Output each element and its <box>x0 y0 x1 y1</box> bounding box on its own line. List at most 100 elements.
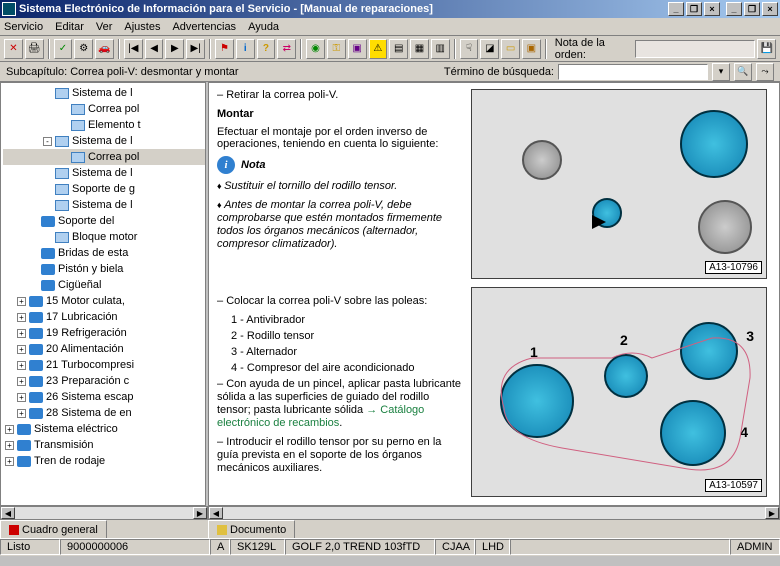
tree-item[interactable]: +21 Turbocompresi <box>3 357 205 373</box>
info-icon[interactable]: i <box>236 39 255 59</box>
next-icon[interactable]: ▶ <box>165 39 184 59</box>
child-close-button[interactable]: × <box>762 2 778 16</box>
document-panel[interactable]: Retirar la correa poli-V. Montar Efectua… <box>208 82 780 506</box>
search-binoculars-icon[interactable]: 🔍 <box>734 63 752 81</box>
tree-item[interactable]: +23 Preparación c <box>3 373 205 389</box>
expand-icon[interactable]: + <box>17 329 26 338</box>
clip-icon[interactable]: ▦ <box>410 39 429 59</box>
collapse-icon[interactable]: - <box>43 137 52 146</box>
last-icon[interactable]: ▶| <box>186 39 205 59</box>
tree-item[interactable]: +17 Lubricación <box>3 309 205 325</box>
key-icon[interactable]: ⚿ <box>327 39 346 59</box>
page-icon <box>55 136 69 147</box>
search-next-icon[interactable]: ⤳ <box>756 63 774 81</box>
save-note-icon[interactable]: 💾 <box>757 39 776 59</box>
hand-icon[interactable]: ☟ <box>460 39 479 59</box>
tree-item[interactable]: Soporte del <box>3 213 205 229</box>
close-button[interactable]: × <box>704 2 720 16</box>
book-icon[interactable]: ▣ <box>348 39 367 59</box>
tree-item[interactable]: +28 Sistema de en <box>3 405 205 421</box>
tree-item[interactable]: Sistema de l <box>3 165 205 181</box>
minimize-button[interactable]: _ <box>668 2 684 16</box>
expand-icon[interactable]: + <box>5 457 14 466</box>
tool-icon[interactable]: ⚙ <box>74 39 93 59</box>
tree-item[interactable]: Cigüeñal <box>3 277 205 293</box>
expand-icon[interactable]: + <box>5 441 14 450</box>
menu-servicio[interactable]: Servicio <box>4 21 43 33</box>
tree-item[interactable]: +19 Refrigeración <box>3 325 205 341</box>
expand-icon[interactable]: + <box>17 409 26 418</box>
menu-ver[interactable]: Ver <box>96 21 113 33</box>
expand-icon[interactable]: + <box>17 377 26 386</box>
tree-item[interactable]: Elemento t <box>3 117 205 133</box>
menu-advertencias[interactable]: Advertencias <box>172 21 236 33</box>
scroll-right-icon[interactable]: ▶ <box>765 507 779 519</box>
scroll-right-icon[interactable]: ▶ <box>193 507 207 519</box>
folder-icon[interactable]: ▭ <box>501 39 520 59</box>
expand-icon[interactable]: + <box>17 345 26 354</box>
expand-icon[interactable]: + <box>17 297 26 306</box>
tree-item-label: Bridas de esta <box>58 245 128 261</box>
tree-item[interactable]: Soporte de g <box>3 181 205 197</box>
tree-item[interactable]: +15 Motor culata, <box>3 293 205 309</box>
status-model-code: SK129L <box>230 539 285 555</box>
prev-icon[interactable]: ◀ <box>145 39 164 59</box>
tree-item[interactable]: Sistema de l <box>3 197 205 213</box>
tree-item[interactable]: +Sistema eléctrico <box>3 421 205 437</box>
subchapter-label: Subcapítulo: Correa poli-V: desmontar y … <box>6 66 239 78</box>
tree-item[interactable]: +26 Sistema escap <box>3 389 205 405</box>
check-icon[interactable]: ✓ <box>54 39 73 59</box>
tree-item-label: 17 Lubricación <box>46 309 118 325</box>
car-icon[interactable]: 🚗 <box>95 39 114 59</box>
sheet-icon[interactable]: ▥ <box>431 39 450 59</box>
tree-item[interactable]: Correa pol <box>3 101 205 117</box>
print-icon[interactable]: 🖨 <box>25 39 44 59</box>
pkg-icon[interactable]: ▣ <box>522 39 541 59</box>
tree-item[interactable]: Correa pol <box>3 149 205 165</box>
arrow-icon <box>592 215 606 229</box>
book-icon <box>17 456 31 467</box>
menu-ajustes[interactable]: Ajustes <box>124 21 160 33</box>
tab-cuadro-general[interactable]: Cuadro general <box>0 520 107 538</box>
tree-item-label: 20 Alimentación <box>46 341 124 357</box>
close-doc-icon[interactable]: ✕ <box>4 39 23 59</box>
info-note-icon: i <box>217 156 235 174</box>
child-minimize-button[interactable]: _ <box>726 2 742 16</box>
expand-icon[interactable]: + <box>17 361 26 370</box>
doc-hscroll[interactable]: ◀ ▶ <box>208 506 780 520</box>
first-icon[interactable]: |◀ <box>124 39 143 59</box>
help-icon[interactable]: ? <box>257 39 276 59</box>
swap-icon[interactable]: ⇄ <box>277 39 296 59</box>
flag-icon[interactable]: ⚑ <box>215 39 234 59</box>
search-input[interactable] <box>558 64 708 80</box>
note-icon[interactable]: ◪ <box>480 39 499 59</box>
menu-editar[interactable]: Editar <box>55 21 84 33</box>
child-maximize-button[interactable]: ❐ <box>744 2 760 16</box>
expand-icon[interactable]: + <box>17 393 26 402</box>
scroll-left-icon[interactable]: ◀ <box>209 507 223 519</box>
page-icon <box>55 88 69 99</box>
tree-item[interactable]: Bridas de esta <box>3 245 205 261</box>
tree-item[interactable]: +20 Alimentación <box>3 341 205 357</box>
tree-panel[interactable]: Sistema de lCorrea polElemento t-Sistema… <box>0 82 206 506</box>
tree-item[interactable]: Sistema de l <box>3 85 205 101</box>
tree-item[interactable]: +Tren de rodaje <box>3 453 205 469</box>
menu-ayuda[interactable]: Ayuda <box>248 21 279 33</box>
tree-item[interactable]: -Sistema de l <box>3 133 205 149</box>
expand-icon[interactable]: + <box>17 313 26 322</box>
globe-icon[interactable]: ◉ <box>306 39 325 59</box>
legend-item: 1 - Antivibrador <box>231 314 461 326</box>
warn-icon[interactable]: ⚠ <box>369 39 388 59</box>
tab-documento[interactable]: Documento <box>208 520 295 538</box>
search-dropdown-icon[interactable]: ▾ <box>712 63 730 81</box>
tree-hscroll[interactable]: ◀ ▶ <box>0 506 208 520</box>
expand-icon[interactable]: + <box>5 425 14 434</box>
tree-item-label: Transmisión <box>34 437 94 453</box>
tree-item[interactable]: Bloque motor <box>3 229 205 245</box>
tree-item[interactable]: Pistón y biela <box>3 261 205 277</box>
tree-item[interactable]: + Transmisión <box>3 437 205 453</box>
doc-icon[interactable]: ▤ <box>389 39 408 59</box>
scroll-left-icon[interactable]: ◀ <box>1 507 15 519</box>
maximize-button[interactable]: ❐ <box>686 2 702 16</box>
order-note-input[interactable] <box>635 40 755 58</box>
